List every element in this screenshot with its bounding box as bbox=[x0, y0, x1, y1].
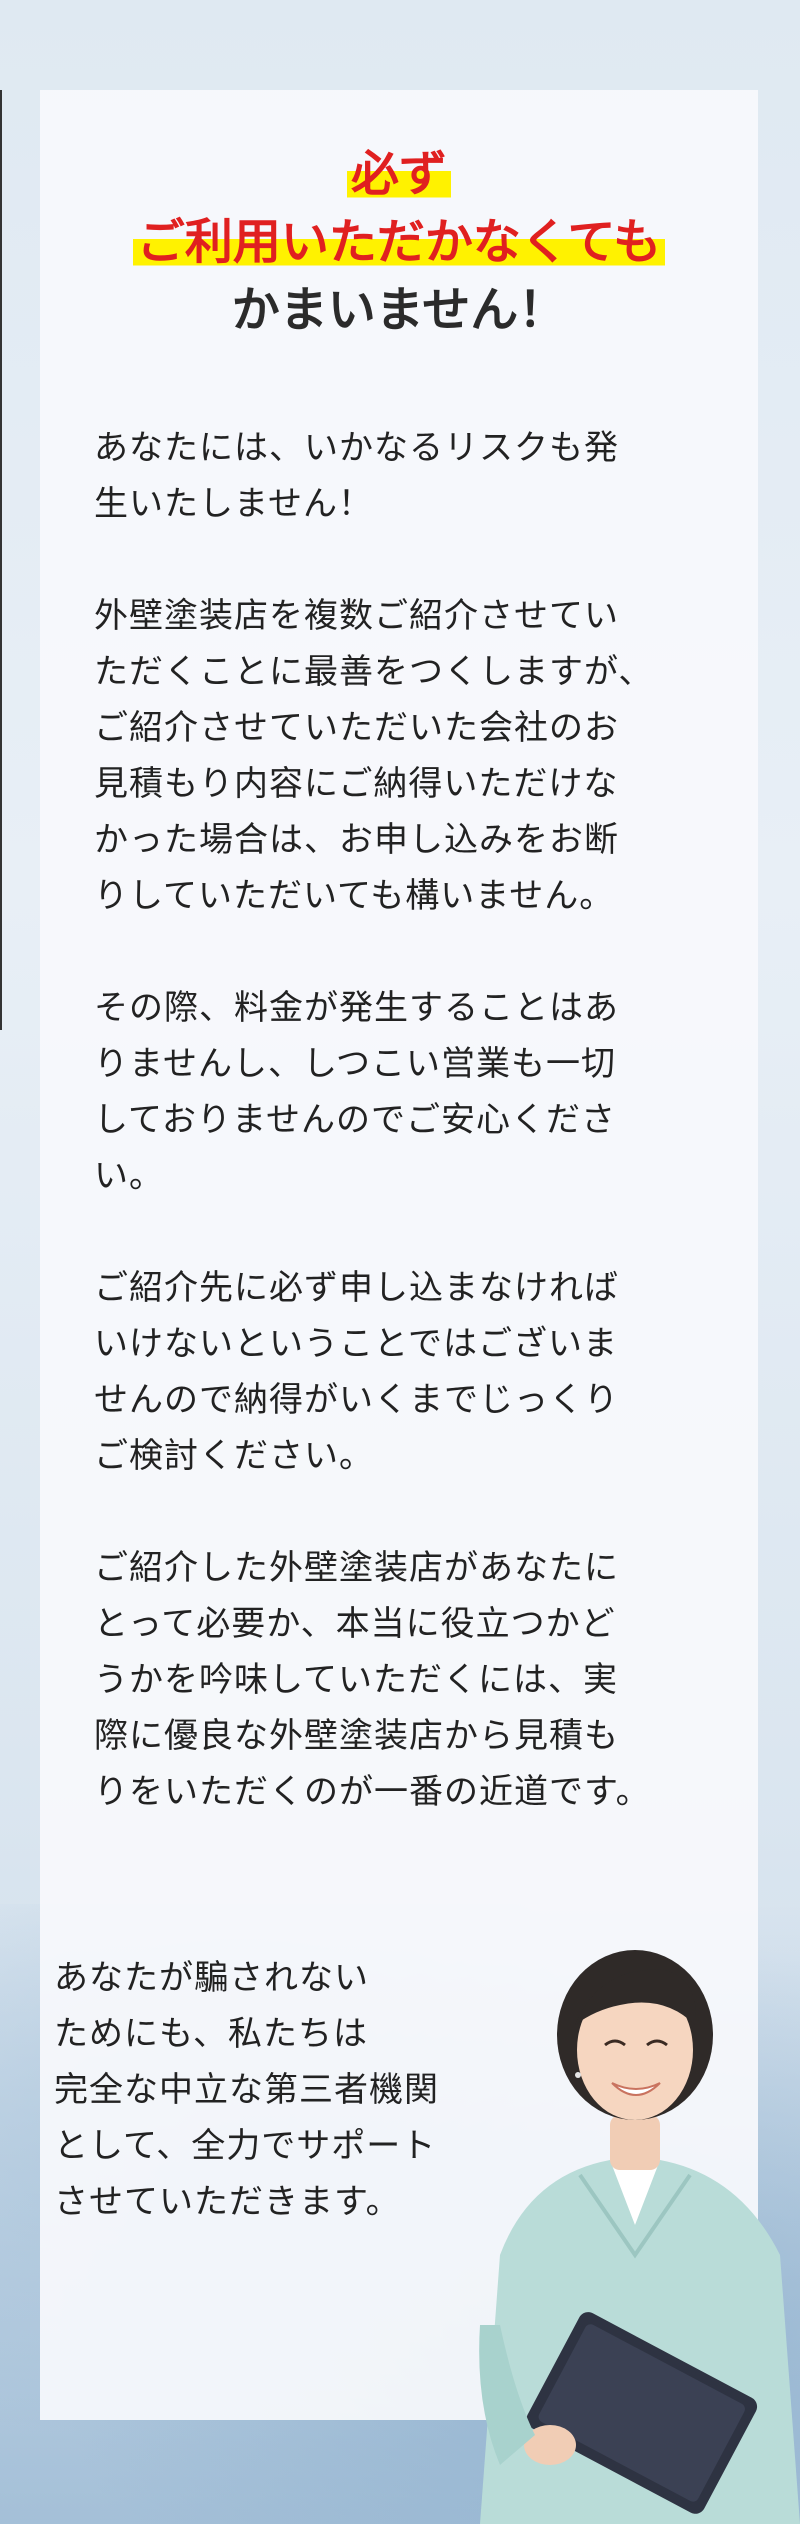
paragraph-no-fee: その際、料金が発生することはあ りませんし、しつこい営業も一切 しておりませんの… bbox=[94, 988, 619, 1196]
headline-line-3: かまいません！ bbox=[231, 282, 567, 338]
body-text: あなたには、いかなるリスクも発 生いたしません！ 外壁塗装店を複数ご紹介させてい… bbox=[94, 420, 734, 1876]
headline-line-2: ご利用いただかなくても bbox=[132, 214, 666, 270]
closing-message: あなたが騙されない ためにも、私たちは 完全な中立な第三者機関 として、全力でサ… bbox=[54, 1958, 439, 2222]
smiling-woman-with-tablet-illustration bbox=[479, 1950, 800, 2524]
paragraph-no-risk: あなたには、いかなるリスクも発 生いたしません！ bbox=[94, 428, 619, 524]
paragraph-no-obligation: ご紹介先に必ず申し込まなければ いけないということではございま せんので納得がい… bbox=[94, 1268, 619, 1476]
background-divider-line bbox=[0, 90, 2, 1030]
paragraph-introduction: 外壁塗装店を複数ご紹介させてい ただくことに最善をつくしますが、 ご紹介させてい… bbox=[94, 596, 654, 916]
headline: 必ず ご利用いただかなくても かまいません！ bbox=[40, 140, 758, 344]
paragraph-shortcut: ご紹介した外壁塗装店があなたに とって必要か、本当に役立つかど うかを吟味してい… bbox=[94, 1548, 651, 1812]
headline-line-1: 必ず bbox=[346, 146, 451, 202]
